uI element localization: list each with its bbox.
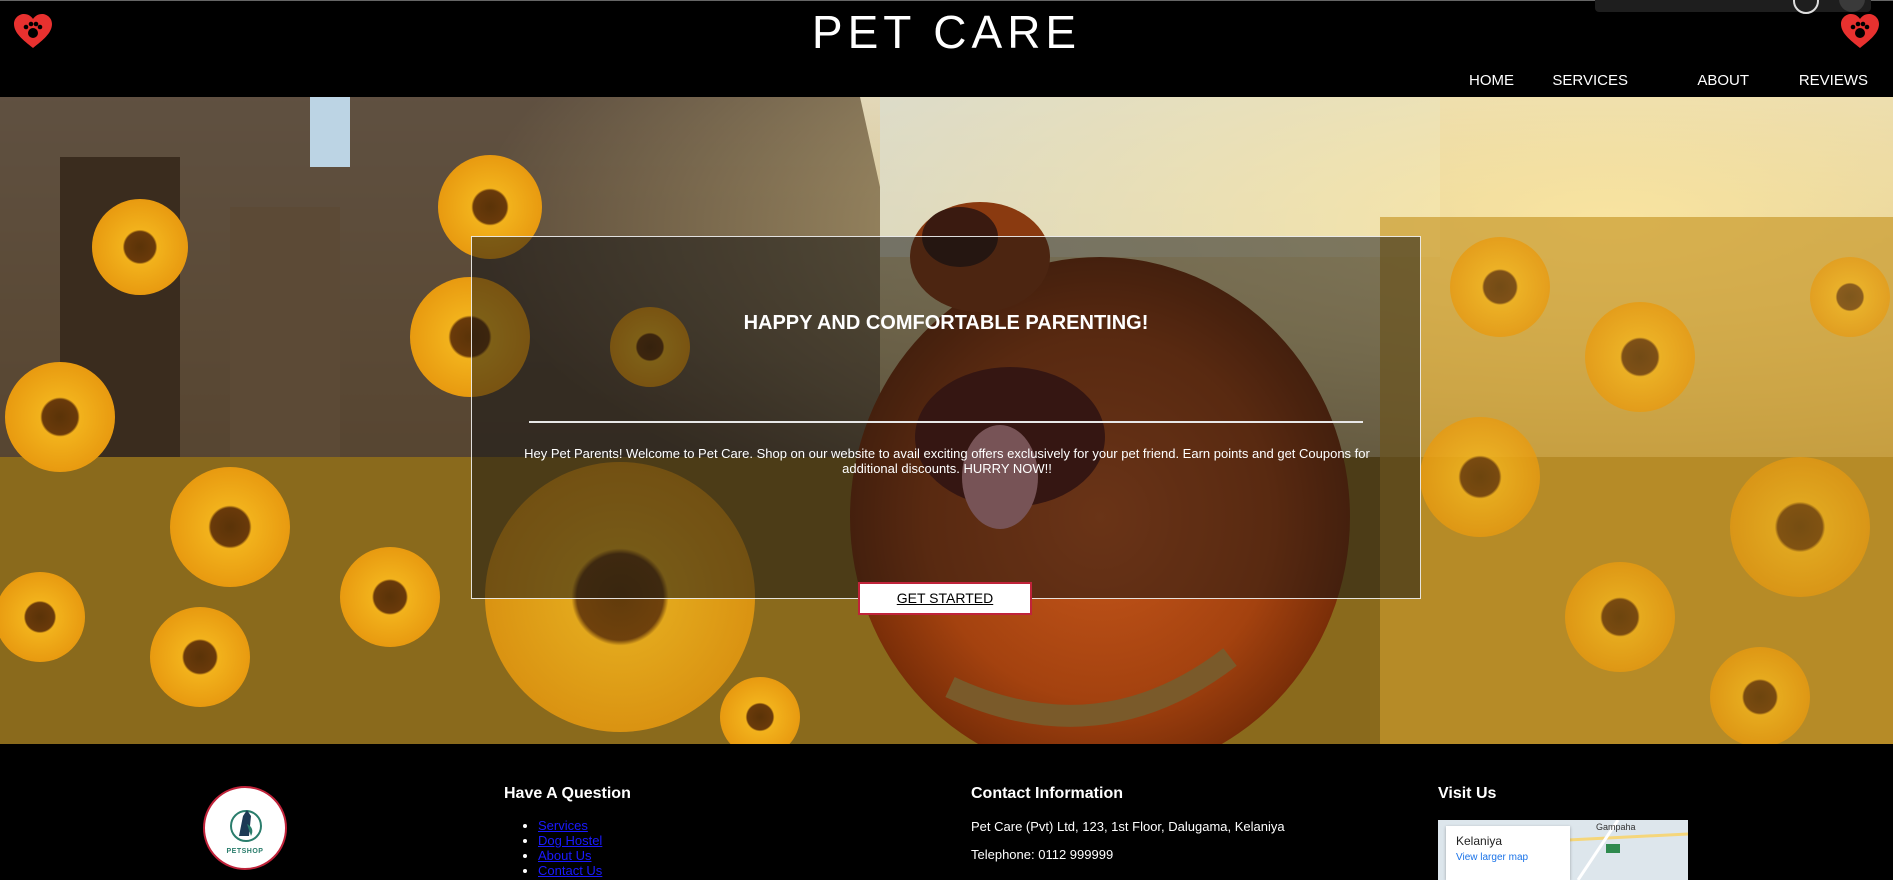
- contact-telephone: Telephone: 0112 999999: [971, 847, 1114, 862]
- map-town-label: Gampaha: [1596, 822, 1636, 832]
- nav-home[interactable]: HOME: [1469, 72, 1514, 89]
- browser-extension-bar: [1595, 0, 1871, 14]
- hero-description: Hey Pet Parents! Welcome to Pet Care. Sh…: [524, 446, 1370, 476]
- logo-text: PETSHOP: [226, 848, 264, 855]
- link-services[interactable]: Services: [538, 818, 588, 833]
- hero-divider: [529, 421, 1363, 423]
- list-item: Services: [538, 818, 602, 833]
- question-heading: Have A Question: [504, 785, 631, 802]
- map-info-card: Kelaniya View larger map: [1446, 826, 1570, 880]
- site-header: PET CARE HOME SERVICES ABOUT REVIEWS: [0, 0, 1893, 97]
- map-place-name: Kelaniya: [1456, 834, 1503, 848]
- contact-heading: Contact Information: [971, 785, 1123, 802]
- list-item: Contact Us: [538, 863, 602, 878]
- pet-logo-icon: [230, 810, 262, 842]
- list-item: About Us: [538, 848, 602, 863]
- heart-paw-icon[interactable]: [1840, 14, 1880, 50]
- visit-heading: Visit Us: [1438, 785, 1497, 802]
- get-started-button[interactable]: GET STARTED: [858, 582, 1032, 615]
- nav-services[interactable]: SERVICES: [1552, 72, 1628, 89]
- extension-circle-icon[interactable]: [1793, 0, 1819, 14]
- hero-section: HAPPY AND COMFORTABLE PARENTING! Hey Pet…: [0, 97, 1893, 744]
- link-contact-us[interactable]: Contact Us: [538, 863, 602, 878]
- location-map[interactable]: Gampaha Kelaniya View larger map: [1438, 820, 1688, 880]
- contact-address: Pet Care (Pvt) Ltd, 123, 1st Floor, Dalu…: [971, 819, 1285, 834]
- question-links: Services Dog Hostel About Us Contact Us: [504, 818, 602, 878]
- list-item: Dog Hostel: [538, 833, 602, 848]
- link-about-us[interactable]: About Us: [538, 848, 591, 863]
- hero-card: HAPPY AND COMFORTABLE PARENTING! Hey Pet…: [471, 236, 1421, 615]
- site-title: PET CARE: [811, 6, 1082, 58]
- nav-reviews[interactable]: REVIEWS: [1799, 72, 1868, 89]
- view-larger-map-link[interactable]: View larger map: [1456, 852, 1528, 863]
- link-dog-hostel[interactable]: Dog Hostel: [538, 833, 602, 848]
- hero-heading: HAPPY AND COMFORTABLE PARENTING!: [743, 312, 1149, 334]
- extension-avatar-icon[interactable]: [1839, 0, 1865, 12]
- site-footer: PETSHOP Have A Question Services Dog Hos…: [0, 744, 1893, 880]
- petshop-logo[interactable]: PETSHOP: [203, 786, 287, 870]
- nav-about[interactable]: ABOUT: [1697, 72, 1749, 89]
